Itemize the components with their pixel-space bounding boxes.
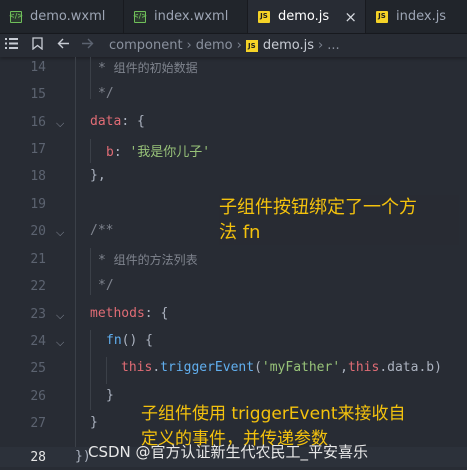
indent-guide xyxy=(90,248,91,295)
code-line-16: data: { xyxy=(90,114,145,129)
code-line-24: fn() { xyxy=(106,333,153,348)
line-number: 23 xyxy=(30,307,46,322)
indent-guide xyxy=(90,330,91,410)
breadcrumb: component › demo › JS demo.js › ... xyxy=(0,34,467,57)
line-number-current: 28 xyxy=(30,450,46,465)
line-number: 27 xyxy=(30,416,46,431)
line-number: 26 xyxy=(30,389,46,404)
tab-demo-js[interactable]: JS demo.js × xyxy=(248,0,366,33)
line-number: 19 xyxy=(30,197,46,212)
line-number: 16 xyxy=(30,115,46,130)
breadcrumb-item-demo[interactable]: demo xyxy=(196,38,233,53)
breadcrumb-item-component[interactable]: component xyxy=(109,38,183,53)
code-line-25: this.triggerEvent('myFather',this.data.b… xyxy=(121,360,442,375)
line-number: 14 xyxy=(30,60,46,75)
forward-arrow-icon[interactable] xyxy=(79,38,95,53)
fold-chevron-icon[interactable]: ⌵ xyxy=(56,226,64,240)
code-line-14: * 组件的初始数据 xyxy=(98,61,198,76)
tab-label: index.wxml xyxy=(154,9,229,24)
code-line-22: */ xyxy=(98,278,114,293)
line-number: 20 xyxy=(30,224,46,239)
breadcrumb-separator: › xyxy=(317,38,324,53)
line-number-gutter: 14 15 16 ⌵ 17 18 19 20 ⌵ 21 22 23 ⌵ 24 ⌵… xyxy=(0,57,75,470)
tab-index-wxml[interactable]: </> index.wxml xyxy=(124,0,248,33)
code-line-27: } xyxy=(90,415,98,430)
breadcrumb-separator: › xyxy=(186,38,192,53)
line-number: 24 xyxy=(30,334,46,349)
code-line-20: /** xyxy=(90,223,114,238)
tab-index-js[interactable]: JS index.js xyxy=(366,0,467,33)
back-arrow-icon[interactable] xyxy=(55,38,71,53)
code-line-21: * 组件的方法列表 xyxy=(98,253,198,268)
wxml-file-icon: </> xyxy=(133,10,147,23)
annotation-text: 子组件按钮绑定了一个方 xyxy=(219,197,417,218)
line-number: 25 xyxy=(30,361,46,376)
fold-chevron-icon[interactable]: ⌵ xyxy=(56,336,64,350)
indent-guide xyxy=(90,139,91,163)
line-number: 15 xyxy=(30,87,46,102)
fold-chevron-icon[interactable]: ⌵ xyxy=(56,309,64,323)
close-tab-button[interactable]: × xyxy=(344,8,357,26)
tab-demo-wxml[interactable]: </> demo.wxml xyxy=(0,0,124,33)
js-file-icon: JS xyxy=(376,10,388,23)
indent-guide xyxy=(106,357,107,384)
annotation-text: 法 fn xyxy=(219,222,261,243)
list-icon[interactable] xyxy=(3,38,19,53)
breadcrumb-separator: › xyxy=(236,38,242,53)
tab-label: index.js xyxy=(396,9,447,24)
wxml-file-icon: </> xyxy=(9,10,23,23)
breadcrumb-item-file[interactable]: demo.js xyxy=(263,38,314,53)
bookmark-icon[interactable] xyxy=(29,37,45,54)
line-number: 21 xyxy=(30,252,46,267)
line-number: 18 xyxy=(30,169,46,184)
editor-tab-bar: </> demo.wxml </> index.wxml JS demo.js … xyxy=(0,0,467,34)
fold-chevron-icon[interactable]: ⌵ xyxy=(56,117,64,131)
js-file-icon: JS xyxy=(245,39,258,52)
csdn-watermark: CSDN @官方认证新生代农民工_平安喜乐 xyxy=(88,443,369,461)
code-line-18: }, xyxy=(90,168,106,183)
indent-guide xyxy=(75,57,76,447)
line-number: 17 xyxy=(30,142,46,157)
code-line-15: */ xyxy=(98,86,114,101)
annotation-text: 子组件使用 triggerEvent来接收自 xyxy=(141,404,406,424)
breadcrumb-item-more[interactable]: ... xyxy=(327,38,339,53)
code-line-17: b: '我是你儿子' xyxy=(106,145,211,160)
tab-label: demo.wxml xyxy=(30,9,106,24)
js-file-icon: JS xyxy=(258,10,270,23)
code-line-23: methods: { xyxy=(90,306,169,321)
code-line-26: } xyxy=(106,388,114,403)
annotation-note-1: 子组件按钮绑定了一个方 法 fn xyxy=(219,195,459,245)
tab-label: demo.js xyxy=(278,9,330,24)
line-number: 22 xyxy=(30,279,46,294)
indent-guide xyxy=(90,57,91,99)
